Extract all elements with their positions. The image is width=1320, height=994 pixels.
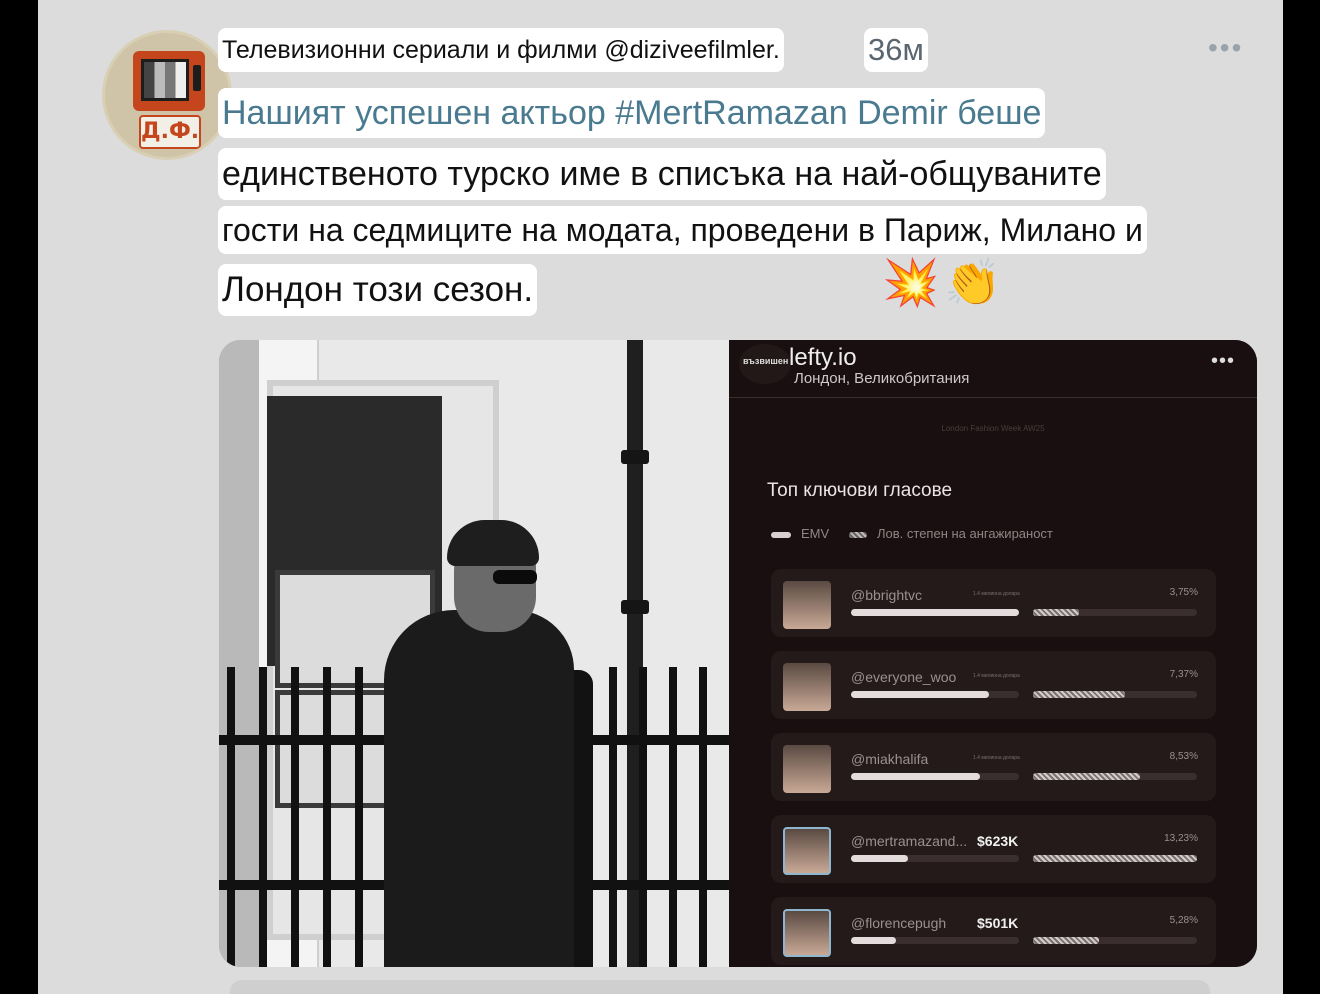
railing-bar <box>609 667 617 967</box>
emv-bar-fill <box>851 855 909 862</box>
man-hair <box>447 520 539 566</box>
engagement-bar-track <box>1033 937 1197 944</box>
post-text-line-1: Нашият успешен актьор #MertRamazan Demir… <box>218 88 1046 138</box>
legend-engagement-label: Лов. степен на ангажираност <box>877 526 1053 541</box>
railing-bar <box>323 667 331 967</box>
influencer-engagement-pct: 3,75% <box>1169 587 1198 598</box>
influencer-engagement-pct: 13,23% <box>1164 833 1198 844</box>
legend-engagement-swatch <box>849 531 867 538</box>
panel-more-icon: ••• <box>1211 350 1236 372</box>
influencer-emv-small: 1.4 милиона долара <box>973 591 1020 597</box>
clapping-emoji-icon: 👏 <box>944 255 1002 309</box>
post-text-line-3: гости на седмиците на модата, проведени … <box>218 206 1147 254</box>
panel-badge: възвишен <box>743 356 789 366</box>
engagement-bar-track <box>1033 773 1197 780</box>
influencer-emv: $501K <box>977 915 1019 931</box>
emv-bar-track <box>851 691 1019 698</box>
emv-bar-fill <box>851 773 981 780</box>
influencer-row: @bbrightvc 1.4 милиона долара 3,75% <box>771 569 1216 637</box>
influencer-engagement-pct: 5,28% <box>1169 915 1198 926</box>
emv-bar-track <box>851 937 1019 944</box>
influencer-row: @miakhalifa 1.4 милиона долара 8,53% <box>771 733 1216 801</box>
post-image[interactable]: възвишен lefty.io Лондон, Великобритания… <box>219 340 1257 967</box>
influencer-emv: $623K <box>977 833 1019 849</box>
legend-emv-swatch <box>771 531 791 538</box>
influencer-photo <box>783 745 831 793</box>
tv-screen <box>141 59 189 101</box>
influencer-photo <box>783 581 831 629</box>
engagement-bar-fill <box>1033 855 1197 862</box>
emv-bar-fill <box>851 609 1019 616</box>
emv-bar-track <box>851 609 1019 616</box>
legend-emv-label: EMV <box>801 526 830 541</box>
engagement-bar-track <box>1033 855 1197 862</box>
lefty-stats-panel: възвишен lefty.io Лондон, Великобритания… <box>729 340 1257 967</box>
influencer-handle: @everyone_woo <box>851 669 957 685</box>
railing-bar <box>355 667 363 967</box>
panel-handle: lefty.io <box>789 344 857 371</box>
railing-bar <box>291 667 299 967</box>
influencer-handle: @florencepugh <box>851 915 947 931</box>
railing-bar <box>669 667 677 967</box>
emv-bar-track <box>851 855 1019 862</box>
engagement-bar-fill <box>1033 691 1125 698</box>
panel-header: възвишен lefty.io Лондон, Великобритания… <box>729 340 1257 398</box>
influencer-row: @mertramazand... $623K 13,23% <box>771 815 1216 883</box>
man-in-suit <box>384 610 574 967</box>
influencer-row: @everyone_woo 1.4 милиона долара 7,37% <box>771 651 1216 719</box>
collision-emoji-icon: 💥 <box>882 255 940 309</box>
railing-bar <box>699 667 707 967</box>
legend-emv: EMV <box>771 526 829 541</box>
influencer-photo <box>783 909 831 957</box>
post-text-line-2: единственото турско име в списъка на най… <box>218 148 1106 200</box>
panel-location: Лондон, Великобритания <box>794 370 970 387</box>
emv-bar-fill <box>851 691 989 698</box>
engagement-bar-track <box>1033 691 1197 698</box>
pipe-joint <box>621 450 649 464</box>
street-photo <box>219 340 729 967</box>
post-text-line-4: Лондон този сезон. <box>218 264 538 316</box>
tv-logo-icon <box>133 51 205 111</box>
emv-bar-track <box>851 773 1019 780</box>
influencer-emv-small: 1.4 милиона долара <box>973 673 1020 679</box>
influencer-row: @florencepugh $501K 5,28% <box>771 897 1216 965</box>
emv-bar-fill <box>851 937 897 944</box>
railing-bar <box>259 667 267 967</box>
sunglasses <box>493 570 537 584</box>
next-post-edge <box>230 980 1210 994</box>
influencer-photo <box>783 663 831 711</box>
pipe-joint <box>621 600 649 614</box>
engagement-bar-fill <box>1033 773 1140 780</box>
panel-title: Топ ключови гласове <box>767 480 953 501</box>
panel-subtitle: London Fashion Week AW25 <box>941 424 1045 433</box>
influencer-handle: @mertramazand... <box>851 833 968 849</box>
railing-bar <box>227 667 235 967</box>
post-time: 36м <box>864 28 928 72</box>
author-avatar[interactable]: Д.Ф. <box>102 30 232 160</box>
author-name[interactable]: Телевизионни сериали и филми @diziveefil… <box>218 28 784 72</box>
wall-shadow <box>219 340 259 967</box>
engagement-bar-fill <box>1033 609 1079 616</box>
influencer-handle: @miakhalifa <box>851 751 929 767</box>
more-options-icon[interactable]: ••• <box>1208 34 1243 62</box>
influencer-emv-small: 1.4 милиона долара <box>973 755 1020 761</box>
legend-engagement: Лов. степен на ангажираност <box>849 526 1053 541</box>
avatar-logo-text: Д.Ф. <box>139 115 201 149</box>
tv-knob <box>193 65 201 91</box>
influencer-engagement-pct: 8,53% <box>1169 751 1198 762</box>
railing-bar <box>639 667 647 967</box>
engagement-bar-track <box>1033 609 1197 616</box>
influencer-photo <box>783 827 831 875</box>
influencer-engagement-pct: 7,37% <box>1169 669 1198 680</box>
engagement-bar-fill <box>1033 937 1099 944</box>
influencer-handle: @bbrightvc <box>851 587 923 603</box>
